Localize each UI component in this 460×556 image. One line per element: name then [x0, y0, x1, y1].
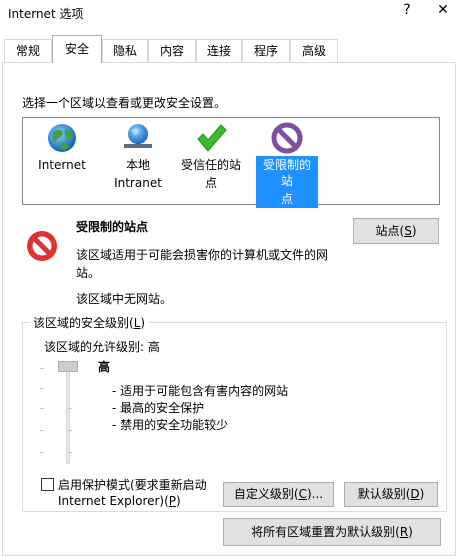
- security-level-label-text: 该区域的安全级别(: [33, 316, 134, 330]
- slider-tick: [40, 452, 44, 453]
- security-level-label-end: ): [140, 316, 146, 330]
- tab-content[interactable]: 内容: [148, 39, 196, 62]
- zone-restricted-sites[interactable]: 受限制的站 点: [252, 120, 322, 208]
- slider-tick: [40, 388, 44, 389]
- sites-button-end: ): [411, 224, 417, 238]
- sites-button[interactable]: 站点(S): [353, 218, 439, 244]
- zone-internet-label: Internet: [38, 158, 86, 172]
- reset-all-zones-button[interactable]: 将所有区域重置为默认级别(R): [223, 518, 441, 546]
- protected-mode-label-2: Internet Explorer)(P): [58, 494, 181, 508]
- close-button[interactable]: ✕: [432, 2, 454, 24]
- selected-zone-empty-note: 该区域中无网站。: [76, 292, 173, 306]
- zone-local-intranet-label-2: Intranet: [114, 176, 162, 190]
- zone-local-intranet[interactable]: 本地 Intranet: [106, 120, 170, 192]
- selected-zone-name: 受限制的站点: [76, 220, 149, 234]
- default-level-button[interactable]: 默认级别(D): [344, 482, 438, 507]
- slider-tick: [40, 408, 44, 409]
- protected-mode-label-1: 启用保护模式(要求重新启动: [58, 478, 207, 492]
- custom-level-button[interactable]: 自定义级别(C)...: [223, 482, 334, 507]
- zone-internet[interactable]: Internet: [34, 120, 90, 174]
- security-slider-thumb[interactable]: [58, 361, 78, 372]
- security-slider-track[interactable]: [66, 368, 70, 464]
- protected-mode-label-2-end: ): [176, 494, 181, 508]
- zone-trusted-sites[interactable]: 受信任的站 点: [176, 120, 246, 192]
- reset-button-text: 将所有区域重置为默认级别(: [251, 525, 400, 539]
- tab-advanced[interactable]: 高级: [290, 39, 338, 62]
- protected-mode-label-2-key: P: [168, 494, 177, 508]
- zone-local-intranet-label-1: 本地: [125, 158, 150, 172]
- default-button-text: 默认级别(: [357, 487, 411, 501]
- default-button-key: D: [410, 487, 420, 501]
- selected-zone-description: 该区域适用于可能会损害你的计算机或文件的网站。: [76, 248, 329, 280]
- security-level-desc-3: - 禁用的安全功能较少: [112, 418, 229, 432]
- security-level-label: 该区域的安全级别(L): [30, 314, 149, 331]
- sites-button-text: 站点(: [375, 224, 405, 238]
- allowed-level-text: 该区域的允许级别: 高: [44, 340, 160, 354]
- checkmark-icon: [193, 120, 229, 156]
- zone-restricted-sites-label-1: 受限制的站: [256, 156, 318, 190]
- reset-button-key: R: [399, 525, 409, 539]
- help-button[interactable]: ?: [396, 2, 418, 24]
- protected-mode-label-2-text: Internet Explorer)(: [58, 494, 169, 508]
- restricted-zone-icon: [24, 228, 60, 264]
- custom-button-text: 自定义级别(: [233, 487, 299, 501]
- slider-tick: [68, 452, 72, 453]
- security-level-desc-1: - 适用于可能包含有害内容的网站: [112, 384, 289, 398]
- slider-tick: [68, 408, 72, 409]
- restricted-icon: [269, 120, 305, 156]
- intranet-globe-icon: [120, 120, 156, 156]
- tab-general[interactable]: 常规: [4, 39, 52, 62]
- reset-button-end: ): [408, 525, 413, 539]
- window-title: Internet 选项: [8, 7, 84, 21]
- default-button-end: ): [419, 487, 425, 501]
- tab-programs[interactable]: 程序: [242, 39, 290, 62]
- security-level-desc-2: - 最高的安全保护: [112, 401, 205, 415]
- tab-connections[interactable]: 连接: [196, 39, 242, 62]
- slider-tick: [40, 430, 44, 431]
- zone-trusted-sites-label-2: 点: [204, 176, 217, 190]
- slider-tick: [40, 368, 44, 369]
- zone-instruction: 选择一个区域以查看或更改安全设置。: [22, 96, 227, 110]
- zone-restricted-sites-label-2: 点: [278, 190, 295, 208]
- zone-trusted-sites-label-1: 受信任的站: [180, 158, 241, 172]
- protected-mode-checkbox[interactable]: [41, 478, 54, 491]
- tab-privacy[interactable]: 隐私: [102, 39, 148, 62]
- custom-button-key: C: [298, 487, 307, 501]
- globe-icon: [44, 120, 80, 156]
- slider-tick: [68, 430, 72, 431]
- zone-restricted-selection: 受限制的站 点: [256, 156, 318, 208]
- tab-security[interactable]: 安全: [52, 35, 102, 63]
- security-level-title: 高: [98, 360, 111, 374]
- sites-button-key: S: [404, 224, 412, 238]
- custom-button-end: )...: [306, 487, 324, 501]
